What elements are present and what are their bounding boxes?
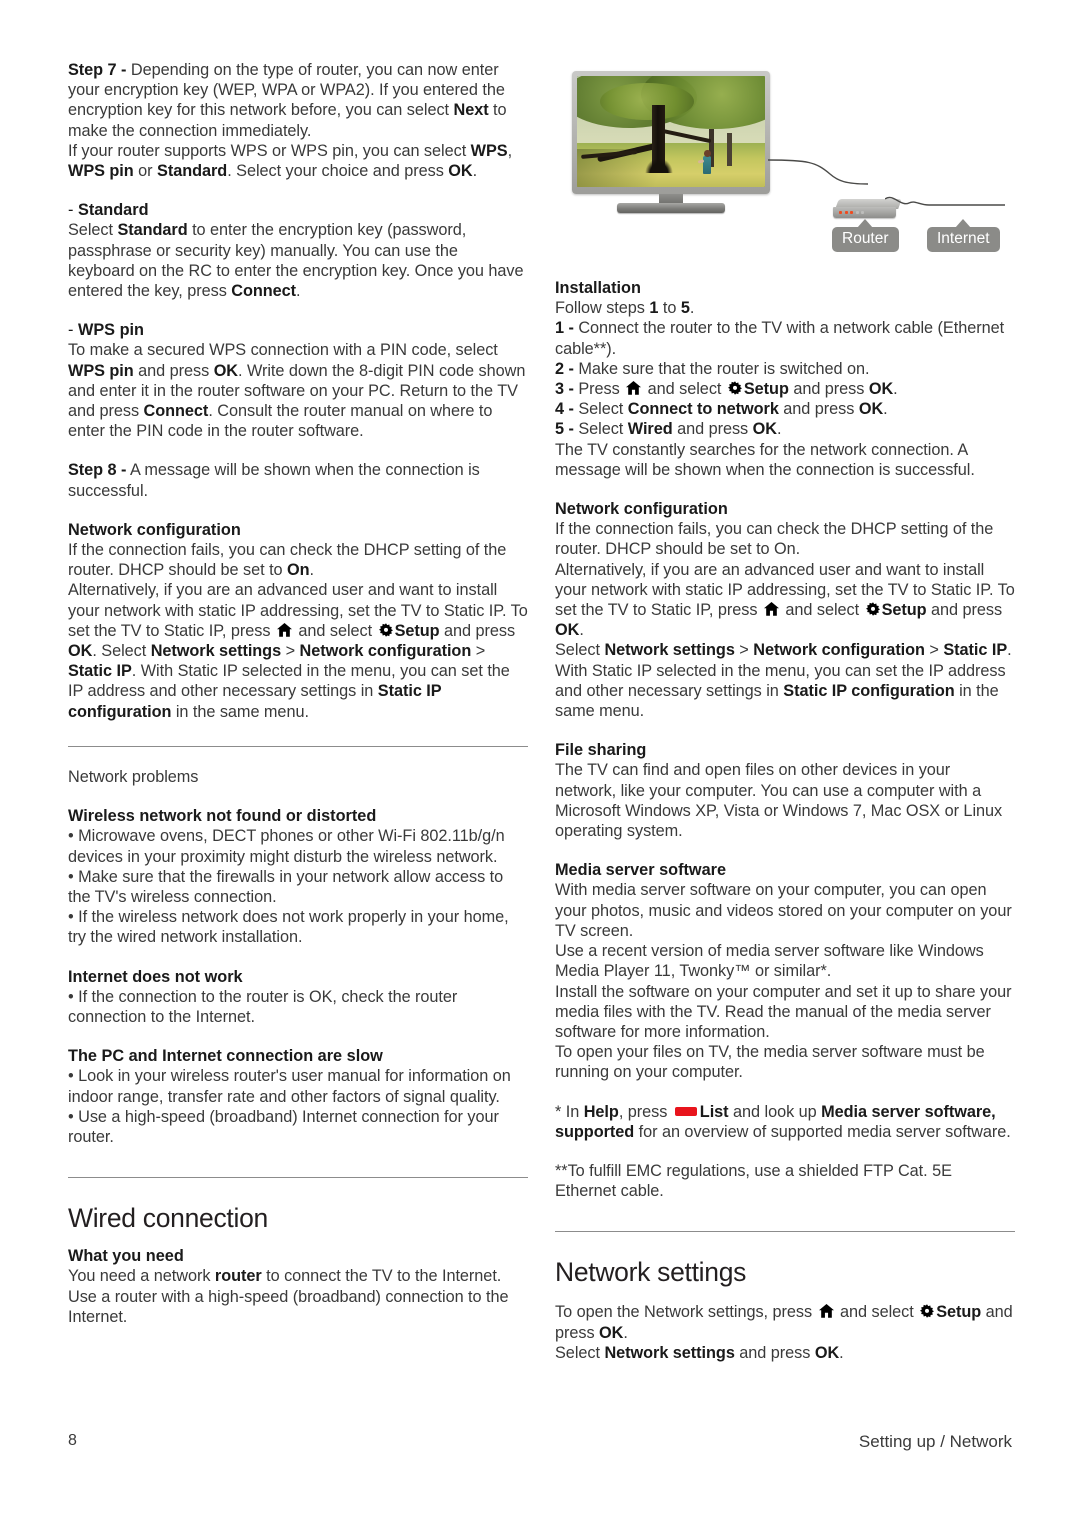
slow-bullet-2: • Use a high-speed (broadband) Internet … — [68, 1107, 499, 1146]
network-configuration-heading-right: Network configuration — [555, 500, 728, 519]
tv-router-internet-diagram: Router Internet — [555, 62, 1015, 262]
home-icon — [626, 381, 642, 395]
wireless-problems-heading: Wireless network not found or distorted — [68, 807, 377, 826]
page-footer: 8 Setting up / Network — [0, 1432, 1080, 1462]
step-7-label: Step 7 - — [68, 61, 127, 79]
router-callout-arrow-icon — [857, 219, 874, 228]
slow-connection-heading: The PC and Internet connection are slow — [68, 1047, 383, 1066]
installation-step-1: 1 - Connect the router to the TV with a … — [555, 319, 1005, 358]
router-led-indicators — [839, 211, 864, 215]
gear-icon — [727, 381, 742, 395]
router-callout: Router — [832, 219, 899, 252]
internet-problems-heading: Internet does not work — [68, 967, 243, 986]
internet-bullet-1: • If the connection to the router is OK,… — [68, 987, 458, 1026]
ethernet-cable-tv-to-router — [768, 159, 868, 185]
gear-icon — [865, 602, 880, 616]
file-sharing-heading: File sharing — [555, 741, 647, 760]
installation-step-3: 3 - Press and select Setup and press OK. — [555, 380, 898, 399]
file-sharing-paragraph: The TV can find and open files on other … — [555, 761, 1003, 841]
installation-step-2: 2 - Make sure that the router is switche… — [555, 359, 870, 378]
installation-step-5: 5 - Select Wired and press OK. — [555, 420, 782, 439]
standard-heading: - Standard — [68, 201, 149, 220]
wireless-bullet-3: • If the wireless network does not work … — [68, 908, 509, 947]
network-configuration-paragraph-right: If the connection fails, you can check t… — [555, 520, 1015, 721]
wps-pin-heading: - WPS pin — [68, 321, 144, 340]
cable-router-to-internet — [885, 196, 1005, 206]
home-icon — [276, 622, 292, 637]
network-problems-heading: Network problems — [68, 767, 199, 786]
media-server-paragraph-4: To open your files on TV, the media serv… — [555, 1043, 985, 1082]
installation-step-4: 4 - Select Connect to network and press … — [555, 400, 888, 419]
left-column: Step 7 - Depending on the type of router… — [68, 60, 528, 1327]
what-you-need-heading: What you need — [68, 1247, 184, 1266]
network-configuration-heading-left: Network configuration — [68, 520, 241, 539]
router-callout-label: Router — [832, 227, 899, 252]
gear-icon — [378, 623, 393, 637]
network-settings-paragraph: To open the Network settings, press and … — [555, 1303, 1013, 1362]
what-you-need-paragraph: You need a network router to connect the… — [68, 1267, 509, 1326]
right-column: Installation Follow steps 1 to 5. 1 - Co… — [555, 278, 1015, 1363]
home-icon — [763, 602, 779, 616]
internet-callout: Internet — [927, 219, 1000, 252]
tv-stand-base — [617, 203, 725, 213]
standard-paragraph: Select Standard to enter the encryption … — [68, 221, 524, 301]
red-key-icon — [674, 1106, 697, 1116]
running-head: Setting up / Network — [858, 1432, 1012, 1451]
media-server-paragraph-3: Install the software on your computer an… — [555, 982, 1012, 1041]
media-server-paragraph-2: Use a recent version of media server sof… — [555, 942, 984, 981]
wireless-bullet-2: • Make sure that the firewalls in your n… — [68, 867, 504, 906]
internet-callout-label: Internet — [927, 227, 1000, 252]
wired-connection-title: Wired connection — [68, 1203, 268, 1234]
gear-icon — [920, 1304, 935, 1319]
network-configuration-paragraph-left: If the connection fails, you can check t… — [68, 541, 528, 721]
installation-heading: Installation — [555, 279, 641, 297]
wireless-bullet-1: • Microwave ovens, DECT phones or other … — [68, 827, 505, 866]
slow-bullet-1: • Look in your wireless router's user ma… — [68, 1067, 511, 1106]
step-8-label: Step 8 - — [68, 461, 127, 480]
step-8-paragraph: Step 8 - A message will be shown when th… — [68, 461, 480, 500]
installation-intro: Follow steps 1 to 5. — [555, 299, 695, 318]
media-server-software-heading: Media server software — [555, 861, 727, 880]
tv-screen-park-scene — [577, 76, 765, 187]
wps-pin-paragraph: To make a secured WPS connection with a … — [68, 341, 526, 441]
footnote-double-star: **To fulfill EMC regulations, use a shie… — [555, 1161, 952, 1201]
footnote-single-star: * In Help, press List and look up Media … — [555, 1102, 1011, 1141]
step-7-paragraph: Step 7 - Depending on the type of router… — [68, 61, 513, 181]
television-illustration — [572, 71, 770, 213]
internet-callout-arrow-icon — [955, 219, 972, 228]
manual-page: Step 7 - Depending on the type of router… — [0, 0, 1080, 1528]
media-server-paragraph-1: With media server software on your compu… — [555, 881, 1012, 940]
network-settings-title: Network settings — [555, 1257, 747, 1288]
installation-outro: The TV constantly searches for the netwo… — [555, 440, 975, 479]
page-number: 8 — [68, 1432, 77, 1449]
home-icon — [818, 1304, 834, 1319]
